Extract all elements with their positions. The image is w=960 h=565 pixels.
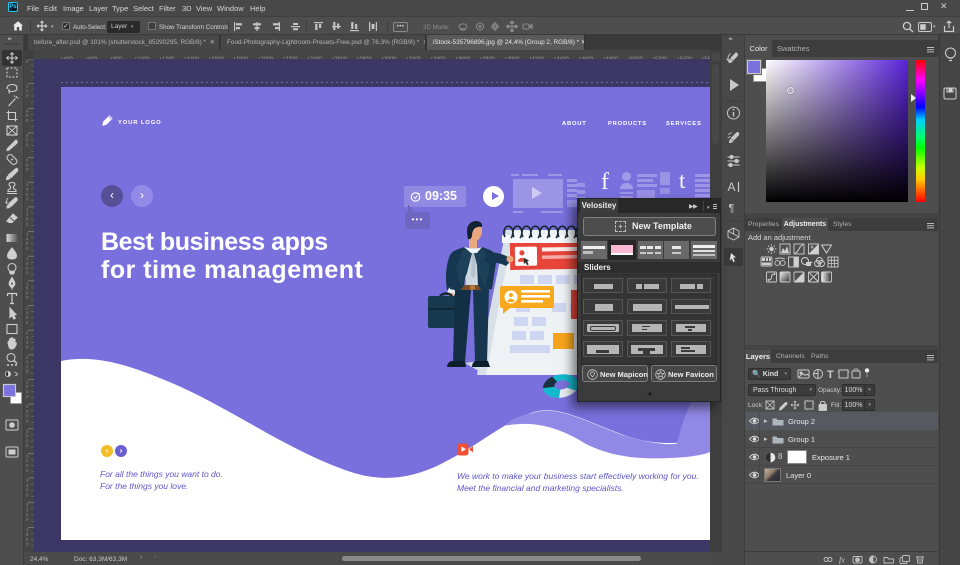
svg-text:0: 0 <box>26 143 29 148</box>
svg-text:0: 0 <box>26 443 29 448</box>
svg-text:0: 0 <box>26 221 29 226</box>
svg-text:T: T <box>827 369 834 381</box>
svg-text:0: 0 <box>26 492 29 497</box>
svg-text:0: 0 <box>26 93 29 98</box>
svg-text:A: A <box>728 180 736 194</box>
svg-text:0: 0 <box>26 394 29 399</box>
svg-text:0: 0 <box>26 468 29 473</box>
svg-text:0: 0 <box>26 167 29 172</box>
svg-text:0: 0 <box>26 118 29 123</box>
svg-text:0: 0 <box>26 345 29 350</box>
svg-text:0: 0 <box>26 517 29 522</box>
svg-text:0: 0 <box>26 320 29 325</box>
svg-text:fx: fx <box>839 556 845 565</box>
svg-text:0: 0 <box>26 369 29 374</box>
svg-text:0: 0 <box>26 271 29 276</box>
svg-text:0: 0 <box>26 246 29 251</box>
svg-text:0: 0 <box>26 419 29 424</box>
svg-text:0: 0 <box>26 295 29 300</box>
svg-text:0: 0 <box>26 542 29 547</box>
svg-text:0: 0 <box>26 59 29 64</box>
svg-text:0: 0 <box>26 197 29 202</box>
svg-text:¶: ¶ <box>729 203 735 215</box>
